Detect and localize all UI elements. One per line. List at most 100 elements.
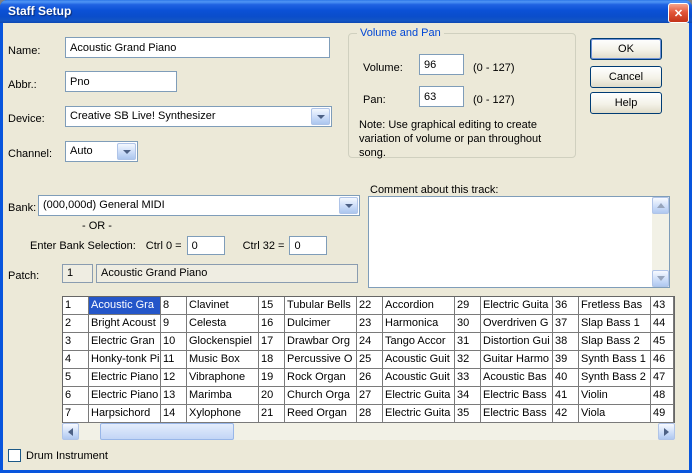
patch-number-cell[interactable]: 32 [455, 351, 481, 369]
ctrl32-input[interactable] [289, 236, 327, 255]
patch-name-cell[interactable]: Synth Bass 1 [579, 351, 651, 369]
patch-number-cell[interactable]: 35 [455, 405, 481, 423]
patch-name-cell[interactable]: Xylophone [187, 405, 259, 423]
bank-combobox[interactable]: (000,000d) General MIDI [38, 195, 360, 216]
patch-number-cell[interactable]: 17 [259, 333, 285, 351]
patch-number-cell[interactable]: 45 [651, 333, 674, 351]
patch-name-cell[interactable]: Electric Bass [481, 387, 553, 405]
patch-number-cell[interactable]: 6 [63, 387, 89, 405]
patch-number-cell[interactable]: 34 [455, 387, 481, 405]
patch-number-cell[interactable]: 27 [357, 387, 383, 405]
patch-number-cell[interactable]: 14 [161, 405, 187, 423]
patch-number-cell[interactable]: 47 [651, 369, 674, 387]
patch-number-cell[interactable]: 44 [651, 315, 674, 333]
name-input[interactable] [65, 37, 330, 58]
patch-name-cell[interactable]: Tubular Bells [285, 297, 357, 315]
chevron-down-icon[interactable] [117, 143, 136, 160]
patch-name-cell[interactable]: Harmonica [383, 315, 455, 333]
patch-name-cell[interactable]: Marimba [187, 387, 259, 405]
comment-vertical-scrollbar[interactable] [652, 197, 669, 287]
patch-name-cell[interactable]: Dulcimer [285, 315, 357, 333]
patch-number-cell[interactable]: 37 [553, 315, 579, 333]
patch-name-cell[interactable]: Guitar Harmo [481, 351, 553, 369]
patch-number-cell[interactable]: 18 [259, 351, 285, 369]
patch-number-cell[interactable]: 1 [63, 297, 89, 315]
patch-name-cell[interactable]: Church Orga [285, 387, 357, 405]
patch-name-cell[interactable]: Slap Bass 2 [579, 333, 651, 351]
help-button[interactable]: Help [590, 92, 662, 114]
patch-name-cell[interactable]: Acoustic Bas [481, 369, 553, 387]
patch-number-cell[interactable]: 38 [553, 333, 579, 351]
patch-number-cell[interactable]: 15 [259, 297, 285, 315]
patch-number-cell[interactable]: 48 [651, 387, 674, 405]
patch-name-cell[interactable]: Reed Organ [285, 405, 357, 423]
patch-number-cell[interactable]: 41 [553, 387, 579, 405]
patch-number-cell[interactable]: 33 [455, 369, 481, 387]
patch-number-cell[interactable]: 7 [63, 405, 89, 423]
patch-name-cell[interactable]: Electric Gran [89, 333, 161, 351]
patch-name-cell[interactable]: Clavinet [187, 297, 259, 315]
patch-number-cell[interactable]: 10 [161, 333, 187, 351]
patch-number-cell[interactable]: 5 [63, 369, 89, 387]
patch-number-cell[interactable]: 36 [553, 297, 579, 315]
chevron-down-icon[interactable] [339, 197, 358, 214]
device-combobox[interactable]: Creative SB Live! Synthesizer [65, 106, 332, 127]
patch-name-cell[interactable]: Percussive O [285, 351, 357, 369]
patch-name-cell[interactable]: Violin [579, 387, 651, 405]
patch-number-cell[interactable]: 31 [455, 333, 481, 351]
patch-name-cell[interactable]: Music Box [187, 351, 259, 369]
pan-input[interactable] [419, 86, 464, 107]
scrollbar-thumb[interactable] [100, 423, 234, 440]
patch-number-cell[interactable]: 3 [63, 333, 89, 351]
cancel-button[interactable]: Cancel [590, 66, 662, 88]
patch-number-cell[interactable]: 19 [259, 369, 285, 387]
patch-name-cell[interactable]: Overdriven G [481, 315, 553, 333]
scroll-left-button[interactable] [62, 423, 79, 440]
scroll-right-button[interactable] [658, 423, 675, 440]
patch-name-cell[interactable]: Acoustic Gra [89, 297, 161, 315]
patch-name-cell[interactable]: Electric Piano [89, 369, 161, 387]
title-bar[interactable]: Staff Setup ✕ [0, 0, 692, 23]
patch-name-cell[interactable]: Celesta [187, 315, 259, 333]
patch-name-cell[interactable]: Rock Organ [285, 369, 357, 387]
patch-number-cell[interactable]: 22 [357, 297, 383, 315]
patch-number-cell[interactable]: 30 [455, 315, 481, 333]
patch-name-cell[interactable]: Harpsichord [89, 405, 161, 423]
patch-name-cell[interactable]: Bright Acoust [89, 315, 161, 333]
patch-name-cell[interactable]: Electric Guita [481, 297, 553, 315]
ok-button[interactable]: OK [590, 38, 662, 60]
drum-instrument-checkbox[interactable] [8, 449, 21, 462]
patch-name-cell[interactable]: Acoustic Guit [383, 351, 455, 369]
patch-number-cell[interactable]: 24 [357, 333, 383, 351]
patch-name-cell[interactable]: Electric Guita [383, 387, 455, 405]
patch-name-cell[interactable]: Electric Guita [383, 405, 455, 423]
patch-number-cell[interactable]: 29 [455, 297, 481, 315]
patch-name-cell[interactable]: Drawbar Org [285, 333, 357, 351]
patch-number-cell[interactable]: 25 [357, 351, 383, 369]
patch-name-cell[interactable]: Distortion Gui [481, 333, 553, 351]
scroll-down-button[interactable] [652, 270, 669, 287]
patch-number-cell[interactable]: 11 [161, 351, 187, 369]
patch-name-cell[interactable]: Electric Bass [481, 405, 553, 423]
patch-name-cell[interactable]: Honky-tonk Pi [89, 351, 161, 369]
comment-textarea[interactable] [368, 196, 670, 288]
abbr-input[interactable] [65, 71, 177, 92]
patch-table-horizontal-scrollbar[interactable] [62, 423, 675, 440]
patch-number-cell[interactable]: 4 [63, 351, 89, 369]
patch-name-cell[interactable]: Viola [579, 405, 651, 423]
patch-name-cell[interactable]: Glockenspiel [187, 333, 259, 351]
patch-number-cell[interactable]: 42 [553, 405, 579, 423]
close-button[interactable]: ✕ [668, 3, 689, 23]
volume-input[interactable] [419, 54, 464, 75]
patch-name-cell[interactable]: Electric Piano [89, 387, 161, 405]
patch-name-cell[interactable]: Fretless Bas [579, 297, 651, 315]
channel-combobox[interactable]: Auto [65, 141, 138, 162]
scroll-up-button[interactable] [652, 197, 669, 214]
patch-number-cell[interactable]: 16 [259, 315, 285, 333]
patch-name-cell[interactable]: Acoustic Guit [383, 369, 455, 387]
patch-number-cell[interactable]: 39 [553, 351, 579, 369]
patch-number-cell[interactable]: 23 [357, 315, 383, 333]
patch-name-cell[interactable]: Vibraphone [187, 369, 259, 387]
patch-number-cell[interactable]: 2 [63, 315, 89, 333]
patch-number-cell[interactable]: 26 [357, 369, 383, 387]
